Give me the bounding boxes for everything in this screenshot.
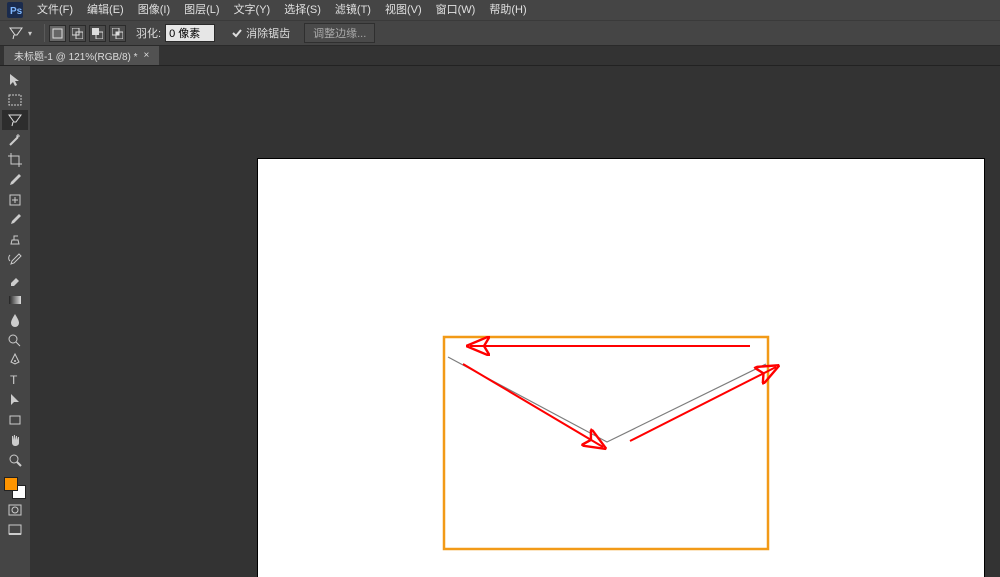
feather-input[interactable] — [165, 24, 215, 42]
tool-history-brush[interactable] — [2, 250, 28, 270]
tool-preset-picker[interactable]: ▾ — [8, 25, 32, 41]
tool-shape[interactable] — [2, 410, 28, 430]
document-canvas[interactable] — [258, 159, 984, 577]
menu-image[interactable]: 图像(I) — [131, 0, 177, 20]
tool-blur[interactable] — [2, 310, 28, 330]
svg-text:T: T — [10, 373, 18, 387]
color-swatches[interactable] — [3, 476, 27, 500]
envelope-rect — [444, 337, 768, 549]
menu-edit[interactable]: 编辑(E) — [80, 0, 131, 20]
tool-path-select[interactable] — [2, 390, 28, 410]
tool-gradient[interactable] — [2, 290, 28, 310]
foreground-color-swatch[interactable] — [4, 477, 18, 491]
selection-new-button[interactable] — [49, 25, 66, 42]
tools-panel: T — [0, 66, 30, 577]
selection-intersect-button[interactable] — [109, 25, 126, 42]
tool-eraser[interactable] — [2, 270, 28, 290]
polygon-lasso-icon — [8, 25, 24, 41]
arrow-down-left — [463, 364, 603, 447]
tool-eyedropper[interactable] — [2, 170, 28, 190]
menu-filter[interactable]: 滤镜(T) — [328, 0, 378, 20]
tool-zoom[interactable] — [2, 450, 28, 470]
divider — [44, 24, 45, 42]
menu-view[interactable]: 视图(V) — [378, 0, 429, 20]
close-icon[interactable]: × — [144, 50, 150, 61]
tool-clone-stamp[interactable] — [2, 230, 28, 250]
menu-layer[interactable]: 图层(L) — [177, 0, 226, 20]
anti-alias-checkbox[interactable] — [231, 27, 243, 39]
options-bar: ▾ 羽化: 消除锯齿 调整边缘... — [0, 20, 1000, 46]
menu-window[interactable]: 窗口(W) — [429, 0, 483, 20]
tool-polygon-lasso[interactable] — [2, 110, 28, 130]
feather-label: 羽化: — [136, 25, 161, 41]
tool-healing-brush[interactable] — [2, 190, 28, 210]
tool-hand[interactable] — [2, 430, 28, 450]
menu-file[interactable]: 文件(F) — [30, 0, 80, 20]
tool-magic-wand[interactable] — [2, 130, 28, 150]
arrow-up-right — [630, 367, 776, 441]
tool-screenmode[interactable] — [2, 520, 28, 540]
document-tab[interactable]: 未标题-1 @ 121%(RGB/8) * × — [4, 46, 159, 65]
app-logo-icon: Ps — [6, 1, 24, 19]
tool-move[interactable] — [2, 70, 28, 90]
tool-type[interactable]: T — [2, 370, 28, 390]
document-tabs-bar: 未标题-1 @ 121%(RGB/8) * × — [0, 46, 1000, 66]
tool-dodge[interactable] — [2, 330, 28, 350]
tool-pen[interactable] — [2, 350, 28, 370]
menu-bar: Ps 文件(F) 编辑(E) 图像(I) 图层(L) 文字(Y) 选择(S) 滤… — [0, 0, 1000, 20]
envelope-flap-line — [448, 357, 766, 442]
tool-quickmask[interactable] — [2, 500, 28, 520]
selection-subtract-button[interactable] — [89, 25, 106, 42]
anti-alias-label: 消除锯齿 — [246, 25, 290, 41]
chevron-down-icon: ▾ — [28, 29, 32, 38]
selection-add-button[interactable] — [69, 25, 86, 42]
tool-rect-marquee[interactable] — [2, 90, 28, 110]
workspace: T — [0, 66, 1000, 577]
document-tab-title: 未标题-1 @ 121%(RGB/8) * — [14, 48, 138, 63]
canvas-viewport[interactable] — [30, 66, 1000, 577]
tool-crop[interactable] — [2, 150, 28, 170]
tool-brush[interactable] — [2, 210, 28, 230]
svg-text:Ps: Ps — [10, 6, 23, 17]
refine-edge-button[interactable]: 调整边缘... — [304, 23, 375, 43]
menu-help[interactable]: 帮助(H) — [482, 0, 533, 20]
menu-select[interactable]: 选择(S) — [277, 0, 328, 20]
menu-type[interactable]: 文字(Y) — [227, 0, 278, 20]
